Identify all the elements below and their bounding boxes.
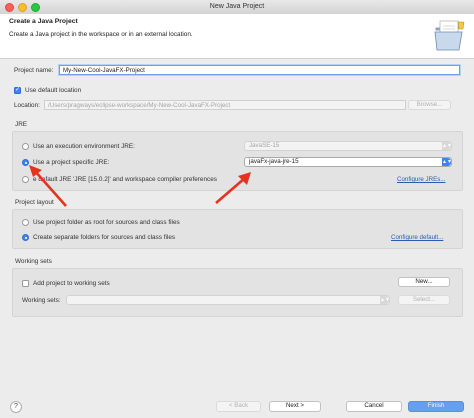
annotation-arrows — [29, 165, 251, 207]
arrow-to-jre-radio — [29, 165, 67, 207]
arrow-to-jre-select — [215, 172, 251, 204]
